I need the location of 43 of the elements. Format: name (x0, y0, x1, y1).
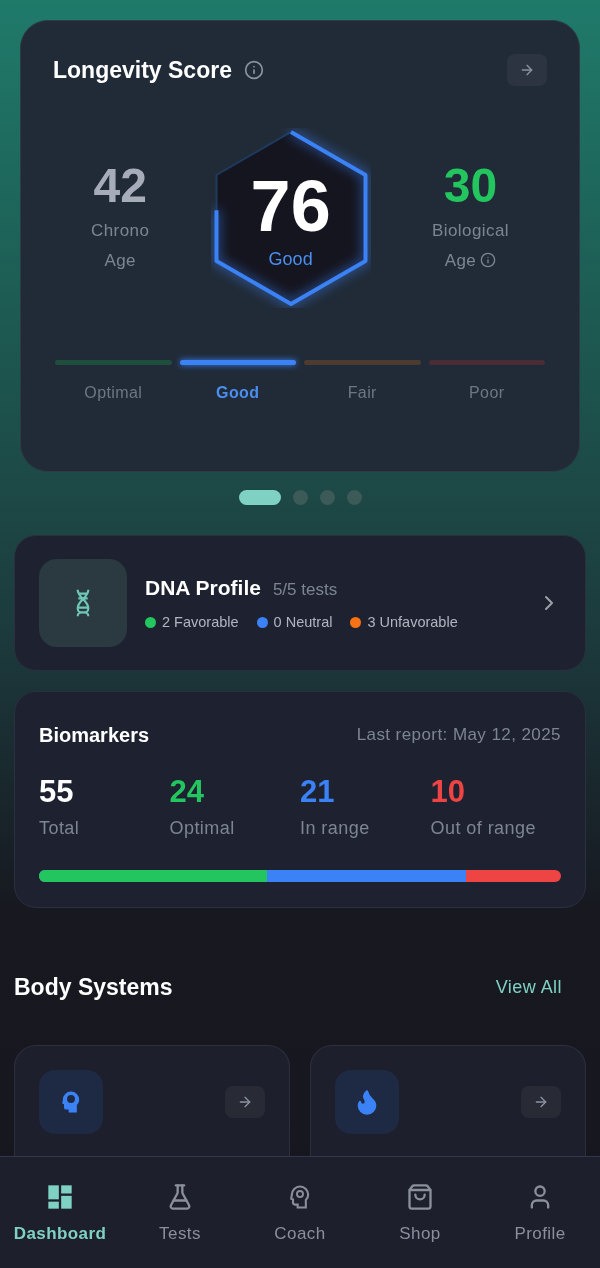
biomarkers-title: Biomarkers (39, 723, 150, 748)
scale-label: Fair (347, 382, 377, 403)
info-icon[interactable] (480, 252, 497, 269)
scale-label: Optimal (84, 382, 143, 403)
view-all-link[interactable]: View All (495, 973, 562, 1001)
dna-profile-title: DNA Profile (145, 575, 261, 602)
legend-label: 3 Unfavorable (367, 612, 458, 632)
dna-profile-card[interactable]: DNA Profile 5/5 tests 2 Favorable 0 Neutral 3 Unfavorable (14, 535, 586, 671)
nav-tab[interactable]: Shop (360, 1183, 480, 1247)
arrow-button[interactable] (521, 1085, 561, 1118)
legend-label: 0 Neutral (273, 612, 333, 632)
arrow-button[interactable] (225, 1085, 265, 1118)
stat-value: 21 (300, 776, 336, 807)
info-icon[interactable] (243, 60, 264, 81)
stat-value: 24 (169, 776, 205, 807)
stat-label: Optimal (169, 817, 236, 840)
last-report-date: Last report: May 12, 2025 (356, 724, 561, 747)
biological-age-label: Age (444, 249, 477, 272)
dashboard-icon (46, 1183, 74, 1211)
scale-label: Poor (469, 382, 505, 403)
chrono-age-label: Chrono (91, 220, 150, 242)
chrono-age-label: Age (104, 249, 136, 272)
stat-value: 10 (430, 776, 466, 807)
nav-tab[interactable]: Dashboard (0, 1183, 120, 1247)
tests-count: 5/5 tests (272, 579, 338, 602)
nav-tab[interactable]: Profile (480, 1183, 600, 1247)
score-rating: Good (268, 248, 313, 271)
stat-label: Total (39, 817, 81, 840)
card-title: Longevity Score (53, 56, 232, 85)
arrow-button[interactable] (507, 54, 547, 87)
biological-age-label: Biological (431, 220, 509, 242)
nav-tab[interactable]: Coach (240, 1183, 360, 1247)
stat-label: Out of range (430, 817, 537, 840)
score-value: 76 (250, 170, 331, 242)
shopping-bag-icon (406, 1183, 434, 1211)
scale-label: Good (216, 382, 260, 403)
section-title: Body Systems (14, 973, 173, 1002)
stat-label: In range (300, 817, 371, 840)
biological-age-value: 30 (443, 162, 498, 210)
nav-tab[interactable]: Tests (120, 1183, 240, 1247)
stat-value: 55 (39, 776, 75, 807)
chrono-age-value: 42 (93, 162, 147, 210)
legend-label: 2 Favorable (162, 612, 239, 632)
